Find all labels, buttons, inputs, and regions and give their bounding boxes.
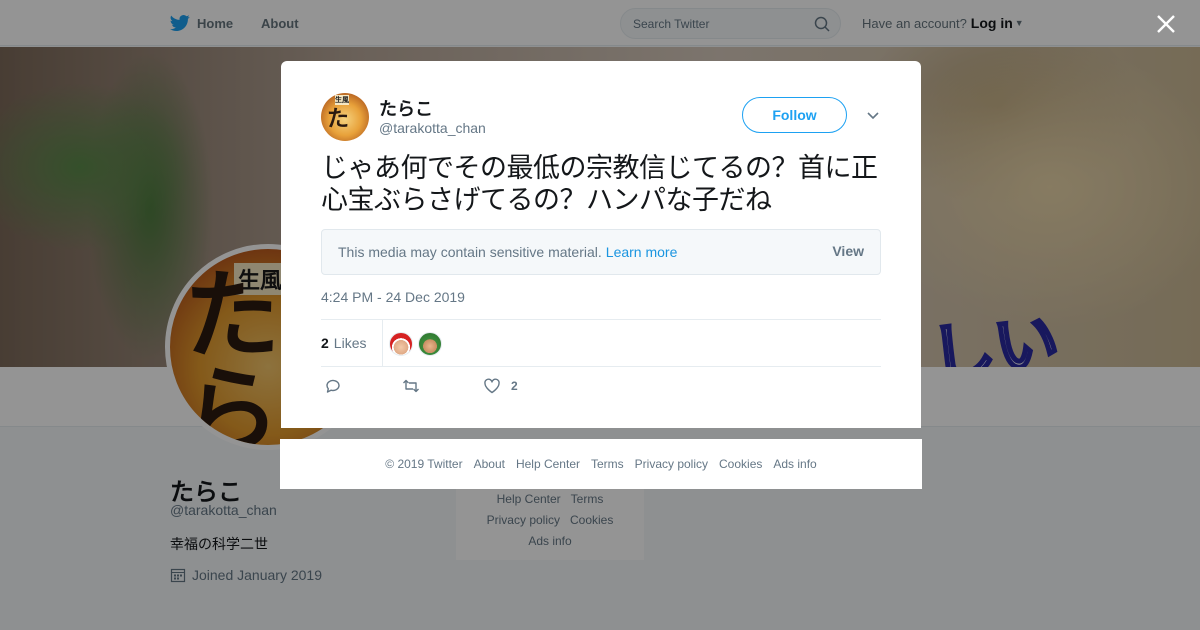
footer-privacy[interactable]: Privacy policy (635, 457, 708, 471)
modal-footer: © 2019 Twitter About Help Center Terms P… (280, 439, 922, 489)
reply-icon (326, 379, 340, 393)
likes-label: Likes (333, 335, 367, 351)
tweet-text: じゃあ何でその最低の宗教信じてるの？首に正心宝ぶらさげてるの？ハンパな子だね (321, 153, 878, 216)
heart-icon (484, 378, 500, 394)
liker-avatar[interactable] (418, 332, 442, 356)
likes-stat[interactable]: 2 Likes (321, 320, 384, 366)
footer-help-center[interactable]: Help Center (516, 457, 580, 471)
tweet-timestamp[interactable]: 4:24 PM - 24 Dec 2019 (321, 289, 465, 305)
sensitive-media-notice: This media may contain sensitive materia… (321, 229, 881, 275)
tweet-author-name[interactable]: たらこ (379, 95, 433, 121)
close-icon[interactable] (1154, 12, 1178, 36)
footer-terms[interactable]: Terms (591, 457, 624, 471)
retweet-button[interactable] (402, 377, 420, 395)
reply-button[interactable] (324, 377, 342, 395)
tweet-avatar[interactable]: 生風 たらこ (321, 93, 369, 141)
footer-ads-info[interactable]: Ads info (773, 457, 816, 471)
sensitive-text: This media may contain sensitive materia… (338, 244, 602, 260)
like-button[interactable]: 2 (483, 377, 518, 395)
footer-cookies[interactable]: Cookies (719, 457, 762, 471)
follow-button[interactable]: Follow (742, 97, 847, 133)
likes-count: 2 (321, 335, 329, 351)
retweet-icon (403, 379, 419, 393)
footer-copyright: © 2019 Twitter (385, 457, 463, 471)
like-action-count: 2 (511, 379, 518, 393)
footer-about[interactable]: About (474, 457, 505, 471)
tweet-stats: 2 Likes (321, 319, 881, 367)
tweet-author-handle[interactable]: @tarakotta_chan (379, 120, 486, 136)
liker-avatar[interactable] (389, 332, 413, 356)
view-media-button[interactable]: View (832, 243, 864, 259)
tweet-modal: 生風 たらこ たらこ @tarakotta_chan Follow じゃあ何でそ… (281, 61, 921, 428)
learn-more-link[interactable]: Learn more (606, 244, 678, 260)
chevron-down-icon[interactable] (865, 107, 881, 123)
tweet-avatar-text: たらこ (327, 106, 350, 141)
